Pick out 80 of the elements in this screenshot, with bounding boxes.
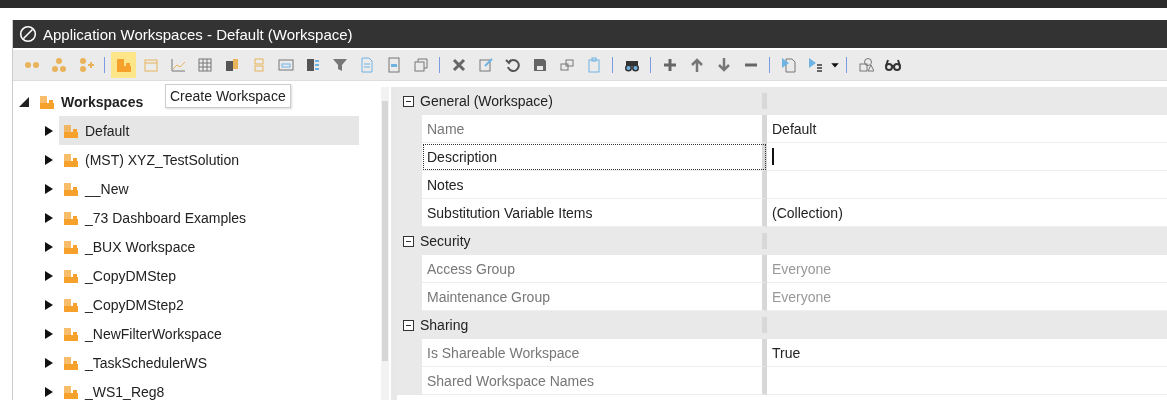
category-label: General (Workspace) <box>420 93 553 109</box>
tree-item[interactable]: _BUX Workspace <box>59 232 359 261</box>
category-label: Sharing <box>420 317 469 333</box>
form-icon <box>385 57 402 73</box>
expanded-arrow-icon[interactable] <box>19 96 29 107</box>
collapse-icon[interactable] <box>403 319 414 331</box>
puzzle-icon <box>63 180 79 197</box>
puzzle-icon <box>63 325 79 342</box>
collapsed-arrow-icon[interactable] <box>45 154 53 165</box>
property-name: Substitution Variable Items <box>422 199 767 227</box>
collapse-icon[interactable] <box>403 235 414 247</box>
edit-icon <box>477 57 494 73</box>
collapsed-arrow-icon[interactable] <box>45 299 53 310</box>
collapse-icon[interactable] <box>403 95 414 107</box>
dots-plus-icon <box>77 57 94 73</box>
collapsed-arrow-icon[interactable] <box>45 125 53 136</box>
line-chart-icon <box>169 57 186 73</box>
property-value[interactable]: (Collection) <box>767 199 1167 227</box>
collapsed-arrow-icon[interactable] <box>45 328 53 339</box>
puzzle-icon <box>63 354 79 371</box>
tree-item[interactable]: _CopyDMStep2 <box>59 290 359 319</box>
shapes-icon <box>857 57 874 73</box>
calendar-icon <box>142 57 159 73</box>
collapsed-arrow-icon[interactable] <box>45 241 53 252</box>
puzzle-icon <box>63 209 79 226</box>
down-arrow-icon <box>715 57 732 73</box>
tree-item[interactable]: Workspaces <box>35 87 150 116</box>
tree-item[interactable]: _CopyDMStep <box>59 261 359 290</box>
tree-item[interactable]: _73 Dashboard Examples <box>59 203 359 232</box>
collapsed-arrow-icon[interactable] <box>45 357 53 368</box>
collapsed-arrow-icon[interactable] <box>45 183 53 194</box>
tree-item[interactable]: _NewFilterWorkspace <box>59 319 359 348</box>
window-title: Application Workspaces - Default (Workspace) <box>43 25 353 43</box>
puzzle-icon <box>63 122 79 139</box>
puzzle-icon <box>63 151 79 168</box>
puzzle-icon <box>115 57 132 73</box>
three-dots-icon <box>50 57 67 73</box>
collapsed-arrow-icon[interactable] <box>45 386 53 397</box>
filter-icon <box>331 57 348 73</box>
copy-icon <box>412 57 429 73</box>
play-document-icon <box>780 57 797 73</box>
grid-icon <box>196 57 213 73</box>
property-name: Shared Workspace Names <box>422 367 767 395</box>
property-value[interactable]: Default <box>767 115 1167 143</box>
tree-item[interactable]: _TaskSchedulerWS <box>59 348 359 377</box>
puzzle-icon <box>63 383 79 400</box>
dropdown-caret-icon <box>830 60 840 70</box>
property-name: Notes <box>422 171 767 199</box>
stacked-pages-icon <box>223 57 240 73</box>
category-label: Security <box>420 233 471 249</box>
puzzle-icon <box>63 267 79 284</box>
tree-item[interactable]: _WS1_Reg8 <box>59 377 359 400</box>
property-name: Maintenance Group <box>422 283 767 311</box>
glasses-icon <box>884 57 901 73</box>
property-value[interactable]: True <box>767 339 1167 367</box>
tree-item[interactable]: Default <box>59 116 359 145</box>
logo-icon <box>19 25 37 43</box>
property-name: Name <box>422 115 767 143</box>
document-icon <box>358 57 375 73</box>
tooltip: Create Workspace <box>165 84 291 108</box>
clipboard-icon <box>585 57 602 73</box>
collapsed-arrow-icon[interactable] <box>45 212 53 223</box>
tree-item[interactable]: (MST) XYZ_TestSolution <box>59 145 359 174</box>
puzzle-icon <box>63 296 79 313</box>
plus-icon <box>661 57 678 73</box>
play-list-icon <box>807 57 824 73</box>
save-icon <box>531 57 548 73</box>
close-icon <box>450 57 467 73</box>
puzzle-icon <box>39 93 55 110</box>
list-icon <box>304 57 321 73</box>
puzzle-icon <box>63 238 79 255</box>
tree-item[interactable]: __New <box>59 174 359 203</box>
property-name: Access Group <box>422 255 767 283</box>
property-name: Description <box>422 143 767 171</box>
text-cursor <box>772 148 774 165</box>
property-name: Is Shareable Workspace <box>422 339 767 367</box>
collapsed-arrow-icon[interactable] <box>45 270 53 281</box>
refresh-icon <box>504 57 521 73</box>
window-icon <box>277 57 294 73</box>
restore-icon <box>558 57 575 73</box>
